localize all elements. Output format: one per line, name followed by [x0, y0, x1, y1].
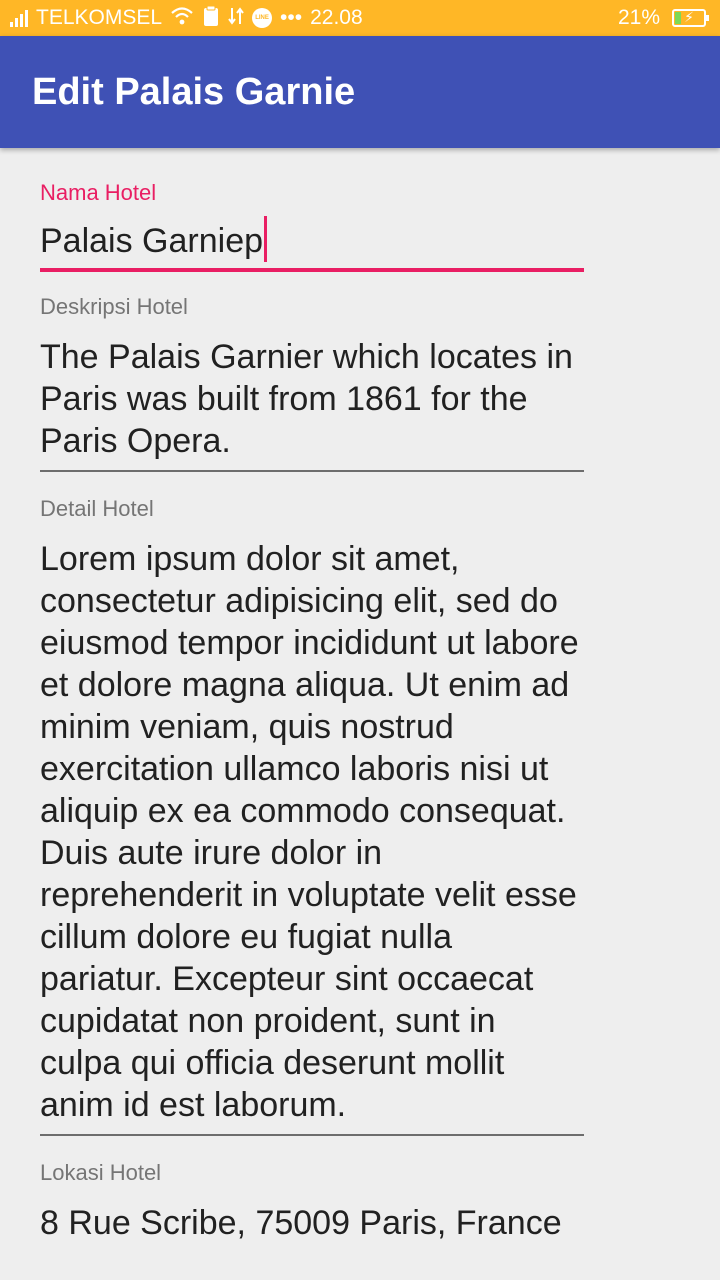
- app-bar: Edit Palais Garnie: [0, 36, 720, 148]
- lokasi-hotel-input[interactable]: 8 Rue Scribe, 75009 Paris, France: [40, 1202, 584, 1252]
- signal-icon: [10, 9, 28, 27]
- wifi-icon: [170, 6, 194, 30]
- deskripsi-hotel-label: Deskripsi Hotel: [40, 294, 188, 319]
- nama-hotel-label: Nama Hotel: [40, 180, 157, 205]
- page-title: Edit Palais Garnie: [32, 70, 356, 113]
- status-right: 21% ⚡: [617, 6, 709, 30]
- text-cursor: [264, 216, 268, 262]
- nama-hotel-value: Palais Garniep: [40, 222, 264, 260]
- lokasi-hotel-field: Lokasi Hotel 8 Rue Scribe, 75009 Paris, …: [40, 1136, 584, 1252]
- battery-percent: 21%: [617, 6, 660, 29]
- detail-hotel-input[interactable]: Lorem ipsum dolor sit amet, consectetur …: [40, 538, 584, 1136]
- clock: 22.08: [310, 6, 363, 29]
- edit-hotel-form: Nama Hotel Palais Garniep Deskripsi Hote…: [40, 148, 584, 1252]
- detail-hotel-label: Detail Hotel: [40, 496, 154, 521]
- charging-icon: ⚡: [684, 9, 694, 25]
- data-transfer-icon: [228, 6, 244, 30]
- nama-hotel-input[interactable]: Palais Garniep: [40, 216, 584, 272]
- lokasi-hotel-label: Lokasi Hotel: [40, 1160, 162, 1185]
- deskripsi-hotel-field: Deskripsi Hotel The Palais Garnier which…: [40, 272, 584, 472]
- status-left: TELKOMSEL LINE ••• 22.08: [10, 5, 363, 31]
- status-bar: TELKOMSEL LINE ••• 22.08 21% ⚡: [0, 0, 720, 36]
- carrier-name: TELKOMSEL: [36, 6, 163, 29]
- nama-hotel-field: Nama Hotel Palais Garniep: [40, 148, 584, 272]
- line-app-icon: LINE: [252, 8, 273, 28]
- more-notifications-icon: •••: [280, 6, 303, 29]
- deskripsi-hotel-input[interactable]: The Palais Garnier which locates in Pari…: [40, 336, 584, 472]
- battery-icon: ⚡: [672, 9, 709, 27]
- clipboard-icon: [202, 5, 220, 31]
- detail-hotel-field: Detail Hotel Lorem ipsum dolor sit amet,…: [40, 472, 584, 1136]
